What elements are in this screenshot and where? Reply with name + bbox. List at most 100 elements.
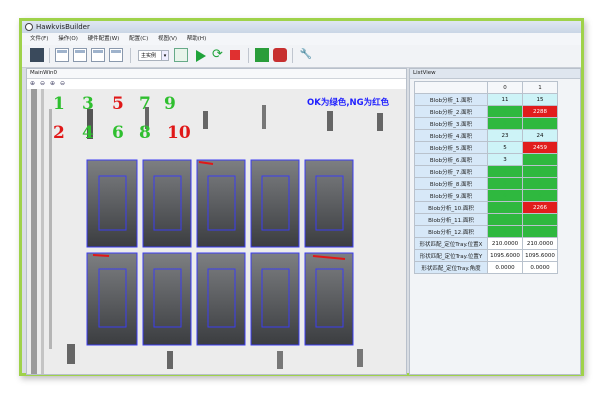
region-label-5: 5: [112, 94, 124, 114]
cell-row-top: [86, 159, 354, 248]
region-label-3: 3: [82, 94, 94, 114]
table-row[interactable]: Blob分析_11.面积 0 0: [414, 213, 558, 226]
wrench-icon[interactable]: 🔧: [299, 48, 313, 62]
table-cell: 0: [522, 117, 558, 130]
content-area: MainWin0 ⊕ ⊖ ⊕ ⊖ 1 3 5 7 9 2 4 6 8 10 OK…: [22, 68, 581, 375]
menu-operate[interactable]: 操作(O): [58, 36, 78, 42]
menu-hardware-config[interactable]: 硬件配置(W): [88, 36, 120, 42]
cell-row-bottom: [86, 252, 354, 346]
camera-green-icon[interactable]: [255, 48, 269, 62]
fixture-edge: [31, 89, 37, 374]
zoom-out-icon[interactable]: ⊖: [40, 80, 45, 87]
table-row[interactable]: Blob分析_4.面积 23 24: [414, 129, 558, 142]
menu-view[interactable]: 视图(V): [158, 36, 177, 42]
table-cell: 0: [522, 153, 558, 166]
zoom-in-icon[interactable]: ⊕: [30, 80, 35, 87]
table-cell: 3: [487, 153, 523, 166]
chevron-down-icon[interactable]: ▾: [161, 50, 169, 61]
table-row[interactable]: Blob分析_3.面积 0 0: [414, 117, 558, 130]
stop-icon[interactable]: [230, 50, 240, 60]
row-label: Blob分析_12.面积: [414, 225, 488, 238]
zoom-toolbar: ⊕ ⊖ ⊕ ⊖: [27, 79, 406, 89]
row-label: Blob分析_3.面积: [414, 117, 488, 130]
row-label: Blob分析_6.面积: [414, 153, 488, 166]
row-label: Blob分析_7.面积: [414, 165, 488, 178]
instance-select[interactable]: 主实例: [138, 50, 162, 61]
row-label: 形状匹配_定位Tray.角度: [414, 261, 488, 274]
table-header-row: 0 1: [414, 81, 558, 94]
table-row[interactable]: Blob分析_12.面积 0 0: [414, 225, 558, 238]
row-label: Blob分析_10.面积: [414, 201, 488, 214]
camera-red-icon[interactable]: [273, 48, 287, 62]
results-table: 0 1 Blob分析_1.面积 11 15 Blob分析_2.面积 0 2288 Blob分…: [414, 81, 558, 274]
window-layout-3-icon[interactable]: [91, 48, 105, 62]
main-panel-title: MainWin0: [27, 69, 406, 79]
table-cell: 0: [522, 189, 558, 202]
table-row[interactable]: 形状匹配_定位Tray.位置X 210.0000 210.0000: [414, 237, 558, 250]
table-row[interactable]: Blob分析_9.面积 0 0: [414, 189, 558, 202]
table-row[interactable]: Blob分析_2.面积 0 2288: [414, 105, 558, 118]
table-cell: 24: [522, 129, 558, 142]
toolbar-separator: [49, 48, 50, 63]
region-label-2: 2: [53, 123, 65, 143]
table-cell: 0: [487, 201, 523, 214]
play-icon[interactable]: [196, 50, 206, 62]
table-cell: 2266: [522, 201, 558, 214]
region-label-7: 7: [139, 94, 151, 114]
table-row[interactable]: 形状匹配_定位Tray.角度 0.0000 0.0000: [414, 261, 558, 274]
title-bar: HawkvisBuilder: [22, 21, 581, 33]
table-row[interactable]: Blob分析_6.面积 3 0: [414, 153, 558, 166]
table-cell: 0.0000: [487, 261, 523, 274]
row-label: Blob分析_9.面积: [414, 189, 488, 202]
zoom-fit-icon[interactable]: ⊕: [50, 80, 55, 87]
inspection-canvas: 1 3 5 7 9 2 4 6 8 10 OK为绿色,NG为红色: [27, 89, 406, 374]
list-run-icon[interactable]: [174, 48, 188, 62]
table-row[interactable]: Blob分析_8.面积 0 0: [414, 177, 558, 190]
toolbar-separator: [292, 48, 293, 63]
window-layout-1-icon[interactable]: [55, 48, 69, 62]
window-layout-4-icon[interactable]: [109, 48, 123, 62]
refresh-icon[interactable]: ⟳: [212, 48, 223, 62]
menu-file[interactable]: 文件(F): [30, 36, 48, 42]
table-cell: 23: [487, 129, 523, 142]
table-cell: 0: [487, 165, 523, 178]
table-cell: 1095.6000: [522, 249, 558, 262]
table-row[interactable]: 形状匹配_定位Tray.位置Y 1095.6000 1095.6000: [414, 249, 558, 262]
row-label: Blob分析_2.面积: [414, 105, 488, 118]
table-cell: 0: [487, 213, 523, 226]
menu-bar: 文件(F) 操作(O) 硬件配置(W) 配置(C) 视图(V) 帮助(H): [22, 33, 581, 45]
toolbar: 主实例 ▾ ⟳ 🔧: [22, 45, 581, 68]
row-label: Blob分析_5.面积: [414, 141, 488, 154]
table-row[interactable]: Blob分析_7.面积 0 0: [414, 165, 558, 178]
zoom-reset-icon[interactable]: ⊖: [60, 80, 65, 87]
table-cell: 2459: [522, 141, 558, 154]
list-view-panel: ListView 0 1 Blob分析_1.面积 11 15 Blob分析_2.面积 0…: [409, 68, 581, 375]
ok-ng-legend-text: OK为绿色,NG为红色: [307, 97, 390, 108]
row-label: 形状匹配_定位Tray.位置X: [414, 237, 488, 250]
window-layout-2-icon[interactable]: [73, 48, 87, 62]
region-label-1: 1: [53, 94, 65, 114]
region-label-9: 9: [164, 94, 176, 114]
table-row[interactable]: Blob分析_10.面积 0 2266: [414, 201, 558, 214]
row-label: Blob分析_1.面积: [414, 93, 488, 106]
table-row[interactable]: Blob分析_5.面积 5 2459: [414, 141, 558, 154]
save-icon[interactable]: [30, 48, 44, 62]
column-header: [414, 81, 488, 94]
toolbar-separator: [130, 48, 131, 63]
table-cell: 0: [487, 105, 523, 118]
menu-config[interactable]: 配置(C): [129, 36, 148, 42]
list-panel-title: ListView: [410, 69, 580, 79]
table-cell: 0: [487, 117, 523, 130]
table-cell: 210.0000: [522, 237, 558, 250]
inspection-image[interactable]: 1 3 5 7 9 2 4 6 8 10 OK为绿色,NG为红色: [27, 89, 406, 374]
table-cell: 0: [487, 189, 523, 202]
table-cell: 0: [522, 177, 558, 190]
row-label: Blob分析_11.面积: [414, 213, 488, 226]
table-row[interactable]: Blob分析_1.面积 11 15: [414, 93, 558, 106]
table-cell: 15: [522, 93, 558, 106]
region-label-4: 4: [82, 123, 94, 143]
app-logo-icon: [25, 23, 33, 31]
table-cell: 210.0000: [487, 237, 523, 250]
menu-help[interactable]: 帮助(H): [187, 36, 206, 42]
region-label-6: 6: [112, 123, 124, 143]
